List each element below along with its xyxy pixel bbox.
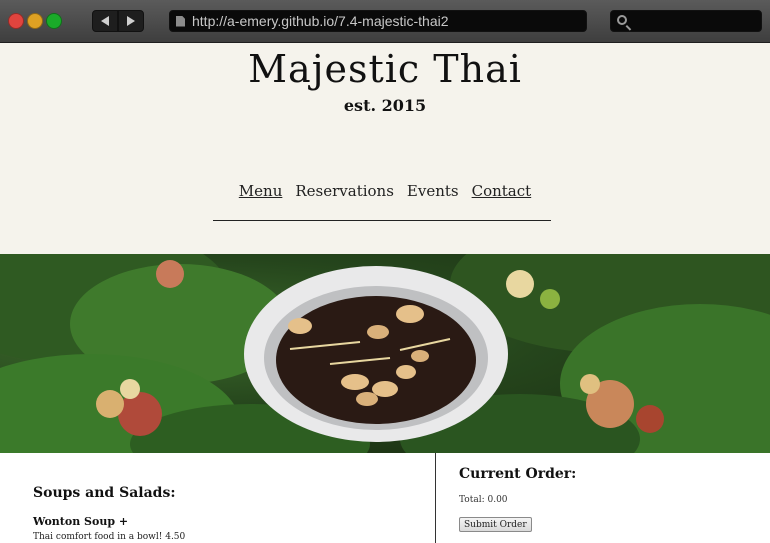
- back-button[interactable]: [92, 10, 118, 32]
- search-icon: [617, 15, 627, 25]
- site-header: Majestic Thai est. 2015 Menu Reservation…: [0, 43, 770, 254]
- hero-illustration: [0, 254, 770, 453]
- order-total: Total: 0.00: [459, 495, 508, 505]
- main-nav: Menu Reservations Events Contact: [0, 182, 770, 200]
- site-subtitle: est. 2015: [343, 96, 427, 115]
- nav-divider: [213, 220, 551, 221]
- site-title: Majestic Thai: [248, 47, 522, 91]
- nav-contact[interactable]: Contact: [472, 182, 532, 200]
- menu-item-description: Thai comfort food in a bowl! 4.50: [33, 532, 186, 542]
- order-title: Current Order:: [459, 466, 577, 482]
- forward-arrow-icon: [127, 16, 135, 26]
- submit-order-button[interactable]: Submit Order: [459, 517, 532, 532]
- forward-button[interactable]: [118, 10, 144, 32]
- column-divider: [435, 453, 436, 543]
- menu-item-name[interactable]: Wonton Soup +: [33, 515, 128, 528]
- main-content: Soups and Salads: Wonton Soup + Thai com…: [0, 453, 770, 543]
- menu-section-title: Soups and Salads:: [33, 485, 176, 501]
- close-window-button[interactable]: [8, 13, 24, 29]
- nav-events[interactable]: Events: [407, 182, 459, 200]
- page-icon: [176, 15, 185, 27]
- hero-food-image: [0, 254, 770, 453]
- nav-reservations[interactable]: Reservations: [295, 182, 394, 200]
- minimize-window-button[interactable]: [27, 13, 43, 29]
- search-input[interactable]: [610, 10, 762, 32]
- back-arrow-icon: [101, 16, 109, 26]
- url-text: http://a-emery.github.io/7.4-majestic-th…: [192, 13, 449, 29]
- browser-toolbar: http://a-emery.github.io/7.4-majestic-th…: [0, 0, 770, 43]
- address-bar[interactable]: http://a-emery.github.io/7.4-majestic-th…: [169, 10, 587, 32]
- nav-menu[interactable]: Menu: [239, 182, 283, 200]
- maximize-window-button[interactable]: [46, 13, 62, 29]
